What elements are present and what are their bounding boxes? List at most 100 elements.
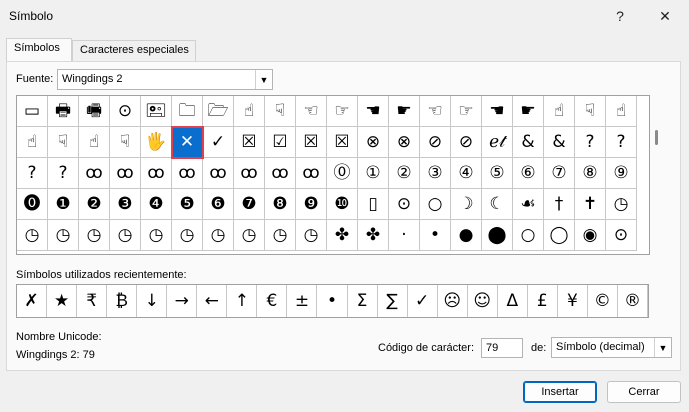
symbol-cell[interactable]: ⊙ (110, 96, 141, 127)
symbol-cell[interactable]: ☾ (482, 189, 513, 220)
recent-symbol-cell[interactable]: ₿ (107, 285, 138, 317)
symbol-cell[interactable]: 🗁 (203, 96, 234, 127)
symbol-cell[interactable]: ☚ (358, 96, 389, 127)
symbol-cell[interactable]: ☒ (234, 127, 265, 158)
symbol-cell[interactable]: ☽ (451, 189, 482, 220)
symbol-cell[interactable]: & (544, 127, 575, 158)
symbol-cell[interactable]: ☜ (420, 96, 451, 127)
symbol-cell[interactable]: ▯ (358, 189, 389, 220)
symbol-cell[interactable]: ☟ (110, 127, 141, 158)
symbol-cell[interactable]: ꝏ (172, 158, 203, 189)
symbol-cell[interactable]: ◷ (172, 220, 203, 251)
recent-symbol-cell[interactable]: ₹ (77, 285, 108, 317)
symbol-cell[interactable]: ③ (420, 158, 451, 189)
symbol-cell[interactable]: ☙ (513, 189, 544, 220)
symbol-cell[interactable]: ꝏ (203, 158, 234, 189)
symbol-cell[interactable]: ◷ (79, 220, 110, 251)
symbol-cell[interactable]: ◷ (110, 220, 141, 251)
symbol-cell[interactable]: ☝ (606, 96, 637, 127)
symbol-cell[interactable]: ✤ (327, 220, 358, 251)
symbol-cell[interactable]: ✓ (203, 127, 234, 158)
close-button[interactable]: Cerrar (607, 381, 681, 403)
symbol-cell[interactable]: ☟ (575, 96, 606, 127)
symbol-cell[interactable]: ① (358, 158, 389, 189)
symbol-cell[interactable]: ② (389, 158, 420, 189)
recent-symbol-cell[interactable]: ± (287, 285, 318, 317)
symbol-cell[interactable]: 🖭 (141, 96, 172, 127)
symbol-cell[interactable]: ◷ (234, 220, 265, 251)
symbol-cell[interactable]: ☞ (451, 96, 482, 127)
symbol-cell[interactable]: 🖶 (48, 96, 79, 127)
symbol-cell[interactable]: ◷ (17, 220, 48, 251)
symbol-cell[interactable]: ❼ (234, 189, 265, 220)
symbol-cell[interactable]: ☝ (234, 96, 265, 127)
recent-symbol-cell[interactable]: € (257, 285, 288, 317)
symbol-cell[interactable]: ❺ (172, 189, 203, 220)
symbol-cell[interactable]: ◉ (575, 220, 606, 251)
symbol-cell[interactable]: ꝏ (234, 158, 265, 189)
symbol-cell[interactable]: ☑ (265, 127, 296, 158)
recent-symbol-cell[interactable]: ← (197, 285, 228, 317)
symbol-cell[interactable]: ☚ (482, 96, 513, 127)
symbol-cell[interactable]: ☟ (265, 96, 296, 127)
symbol-cell[interactable]: ☛ (389, 96, 420, 127)
symbol-cell[interactable]: ⑥ (513, 158, 544, 189)
symbol-cell[interactable]: ✤ (358, 220, 389, 251)
from-dropdown[interactable]: Símbolo (decimal) ▼ (551, 337, 672, 358)
symbol-cell[interactable]: · (389, 220, 420, 251)
symbol-cell[interactable]: ☝ (544, 96, 575, 127)
symbol-cell[interactable]: ④ (451, 158, 482, 189)
tab-symbols[interactable]: Símbolos (6, 38, 72, 61)
grid-scrollbar[interactable] (650, 95, 664, 255)
symbol-cell[interactable]: ꝏ (296, 158, 327, 189)
symbol-cell[interactable]: ☝ (17, 127, 48, 158)
insert-button[interactable]: Insertar (523, 381, 597, 403)
recent-symbol-cell[interactable]: ® (618, 285, 648, 317)
symbol-cell[interactable]: ● (451, 220, 482, 251)
symbol-cell[interactable]: ☛ (513, 96, 544, 127)
symbol-cell[interactable]: ◷ (48, 220, 79, 251)
symbol-cell[interactable]: 🖐 (141, 127, 172, 158)
symbol-cell[interactable]: ⓪ (327, 158, 358, 189)
symbol-cell[interactable]: ⑦ (544, 158, 575, 189)
symbol-cell[interactable]: ☟ (48, 127, 79, 158)
symbol-cell[interactable]: ✕ (171, 126, 204, 159)
symbol-cell[interactable]: ◷ (296, 220, 327, 251)
symbol-cell[interactable]: ◷ (203, 220, 234, 251)
recent-symbol-cell[interactable]: ∑ (378, 285, 408, 317)
recent-symbol-cell[interactable]: • (317, 285, 348, 317)
symbol-cell[interactable]: ◯ (544, 220, 575, 251)
char-code-input[interactable]: 79 (481, 338, 523, 358)
recent-symbol-cell[interactable]: ☹ (438, 285, 468, 317)
symbol-cell[interactable]: ▭ (17, 96, 48, 127)
symbol-cell[interactable]: ꝏ (79, 158, 110, 189)
symbol-cell[interactable]: ❸ (110, 189, 141, 220)
symbol-cell[interactable]: ◷ (265, 220, 296, 251)
symbol-cell[interactable]: ○ (420, 189, 451, 220)
recent-symbol-cell[interactable]: Σ (348, 285, 378, 317)
recent-symbol-cell[interactable]: ★ (47, 285, 78, 317)
symbol-cell[interactable]: ⊘ (420, 127, 451, 158)
symbol-cell[interactable]: ✝ (575, 189, 606, 220)
scrollbar-thumb[interactable] (655, 130, 658, 145)
symbol-cell[interactable]: ꝏ (110, 158, 141, 189)
symbol-cell[interactable]: ◷ (606, 189, 637, 220)
close-window-button[interactable]: ✕ (651, 4, 679, 28)
recent-symbol-cell[interactable]: → (167, 285, 198, 317)
symbol-cell[interactable]: ? (48, 158, 79, 189)
font-dropdown[interactable]: Wingdings 2 ▼ (57, 69, 273, 90)
recent-symbol-cell[interactable]: ✗ (17, 285, 48, 317)
recent-symbol-cell[interactable]: £ (528, 285, 558, 317)
symbol-cell[interactable]: ❶ (48, 189, 79, 220)
symbol-cell[interactable]: ☜ (296, 96, 327, 127)
symbol-cell[interactable]: ? (575, 127, 606, 158)
symbol-cell[interactable]: ❻ (203, 189, 234, 220)
symbol-cell[interactable]: † (544, 189, 575, 220)
symbol-cell[interactable]: ⓿ (17, 189, 48, 220)
symbol-cell[interactable]: ☞ (327, 96, 358, 127)
symbol-cell[interactable]: ⑤ (482, 158, 513, 189)
recent-symbol-cell[interactable]: ☺ (468, 285, 498, 317)
recent-symbol-cell[interactable]: © (588, 285, 618, 317)
symbol-cell[interactable]: ? (17, 158, 48, 189)
symbol-cell[interactable]: ℯ𝓉 (482, 127, 513, 158)
